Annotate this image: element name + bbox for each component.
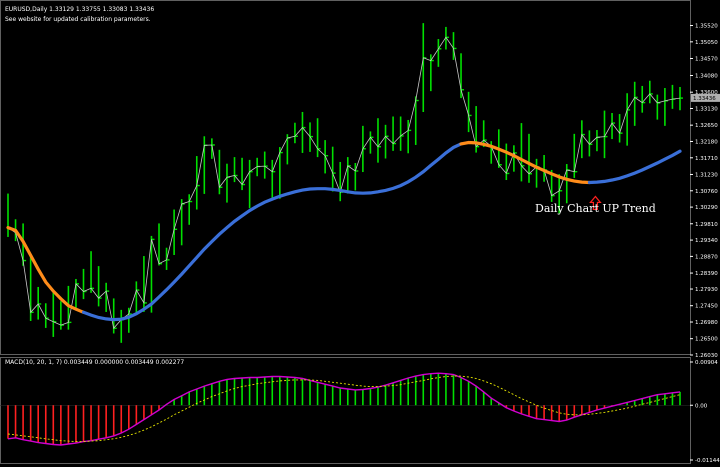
macd-tick-label: -0.01144: [695, 458, 720, 464]
chart-background: [0, 0, 720, 467]
price-tick-label: 1.29810: [695, 222, 718, 228]
macd-tick-label: 0.00904: [695, 360, 718, 366]
macd-tick-label: 0.00: [695, 403, 708, 409]
price-tick-label: 1.31230: [695, 172, 718, 178]
current-price-label: 1.33436: [693, 96, 716, 102]
price-tick-label: 1.26500: [695, 337, 718, 343]
price-tick-label: 1.32180: [695, 139, 718, 145]
price-tick-label: 1.28870: [695, 254, 718, 260]
symbol-header: EURUSD,Daily 1.33129 1.33755 1.33083 1.3…: [5, 6, 154, 13]
macd-title: MACD(10, 20, 1, 7) 0.003449 0.000000 0.0…: [5, 359, 184, 366]
price-tick-label: 1.32650: [695, 123, 718, 129]
price-tick-label: 1.30290: [695, 205, 718, 211]
trend-annotation: Daily Chart UP Trend: [535, 202, 656, 215]
price-tick-label: 1.27930: [695, 287, 718, 293]
price-tick-label: 1.26980: [695, 320, 718, 326]
price-tick-label: 1.29340: [695, 238, 718, 244]
price-tick-label: 1.35520: [695, 24, 718, 30]
price-tick-label: 1.26030: [695, 353, 718, 359]
price-tick-label: 1.31710: [695, 156, 718, 162]
price-tick-label: 1.35050: [695, 40, 718, 46]
price-tick-label: 1.34570: [695, 57, 718, 63]
calibration-note: See website for updated calibration para…: [5, 16, 151, 23]
price-tick-label: 1.27450: [695, 304, 718, 310]
price-tick-label: 1.33130: [695, 107, 718, 113]
price-tick-label: 1.30760: [695, 189, 718, 195]
price-tick-label: 1.34080: [695, 74, 718, 80]
price-tick-label: 1.28390: [695, 271, 718, 277]
forex-chart-window: 1.355201.350501.345701.340801.336001.331…: [0, 0, 720, 467]
